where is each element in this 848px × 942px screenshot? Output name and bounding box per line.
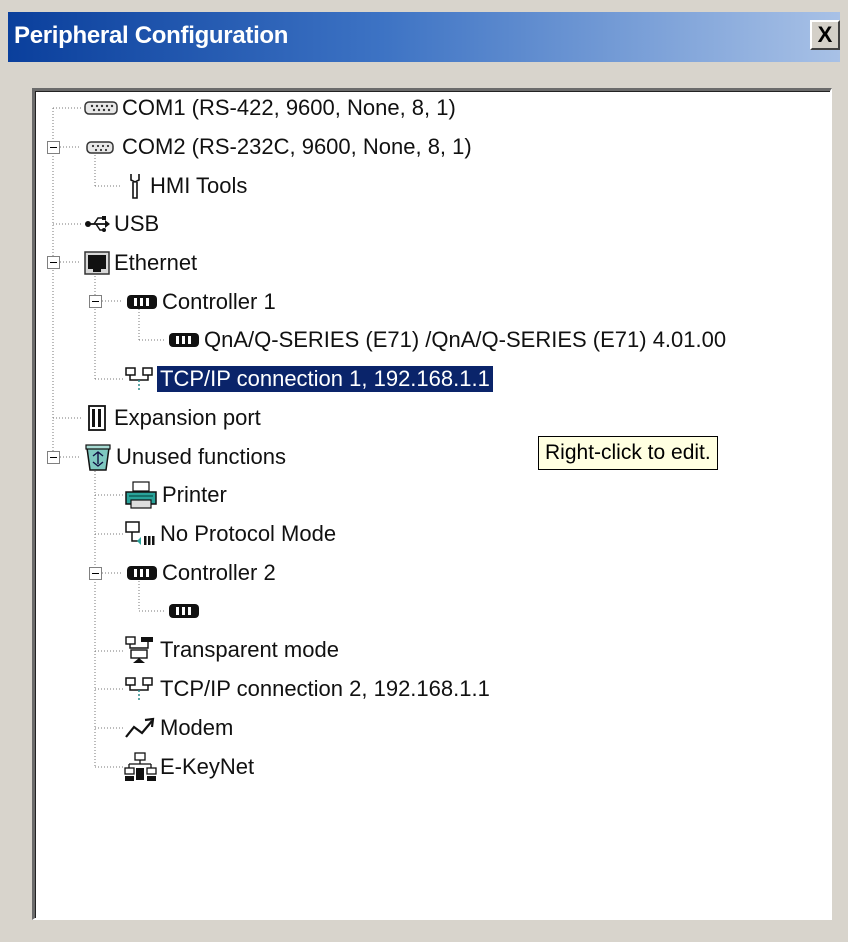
peripheral-tree[interactable]: COM1 (RS-422, 9600, None, 8, 1) COM2 (RS… <box>32 88 832 920</box>
network-connection-icon <box>125 367 153 391</box>
tree-item-label: Ethernet <box>114 250 198 275</box>
tree-item-label: Expansion port <box>114 405 261 430</box>
tree-item-com1[interactable]: COM1 (RS-422, 9600, None, 8, 1) <box>83 93 459 123</box>
tree-item-label: COM2 (RS-232C, 9600, None, 8, 1) <box>122 134 472 159</box>
no-protocol-icon <box>125 521 155 545</box>
tree-item-hmi-tools[interactable]: HMI Tools <box>123 171 250 201</box>
tree-item-label: Controller 2 <box>162 560 276 585</box>
printer-icon <box>125 481 157 509</box>
tree-item-controller2[interactable]: Controller 2 <box>125 558 279 588</box>
ethernet-port-icon <box>84 251 110 275</box>
modem-icon <box>125 717 155 738</box>
ekeynet-icon <box>124 752 157 781</box>
controller-icon <box>169 333 199 347</box>
tree-item-label: QnA/Q-SERIES (E71) /QnA/Q-SERIES (E71) 4… <box>204 327 727 352</box>
collapse-controller1-button[interactable] <box>89 295 102 308</box>
tree-item-label: HMI Tools <box>150 173 248 198</box>
controller-icon <box>127 566 157 580</box>
tree-item-controller1[interactable]: Controller 1 <box>125 287 279 317</box>
tree-item-modem[interactable]: Modem <box>123 713 236 743</box>
serial-port-icon <box>86 141 114 154</box>
tree-item-qna-series[interactable]: QnA/Q-SERIES (E71) /QnA/Q-SERIES (E71) 4… <box>167 325 729 355</box>
tree-item-usb[interactable]: USB <box>83 209 162 239</box>
tree-item-tcpip2[interactable]: TCP/IP connection 2, 192.168.1.1 <box>123 674 493 704</box>
collapse-controller2-button[interactable] <box>89 567 102 580</box>
controller-icon <box>127 295 157 309</box>
tree-item-label: Modem <box>160 715 234 740</box>
tree-item-unused-functions[interactable]: Unused functions <box>83 442 289 472</box>
tree-item-no-protocol-mode[interactable]: No Protocol Mode <box>123 519 339 549</box>
tree-item-label: Printer <box>162 482 227 507</box>
wrench-icon <box>130 174 140 199</box>
tree-item-label: Unused functions <box>116 444 286 469</box>
tree-item-label: USB <box>114 211 160 236</box>
window-title: Peripheral Configuration <box>14 22 289 49</box>
tree-item-expansion-port[interactable]: Expansion port <box>83 403 264 433</box>
network-connection-icon <box>125 677 153 701</box>
tree-item-transparent-mode[interactable]: Transparent mode <box>123 635 342 665</box>
close-button[interactable]: X <box>810 20 840 50</box>
tree-item-label: COM1 (RS-422, 9600, None, 8, 1) <box>122 95 456 120</box>
tree-item-label: Controller 1 <box>162 289 276 314</box>
title-bar[interactable]: Peripheral Configuration X <box>8 12 840 62</box>
tree-item-controller2-device[interactable] <box>167 596 201 626</box>
tree-item-printer[interactable]: Printer <box>123 480 230 510</box>
collapse-unused-functions-button[interactable] <box>47 451 60 464</box>
tree-item-ethernet[interactable]: Ethernet <box>83 248 200 278</box>
tree-item-label: TCP/IP connection 2, 192.168.1.1 <box>160 676 490 701</box>
tree-item-tcpip1[interactable]: TCP/IP connection 1, 192.168.1.1 <box>123 364 494 394</box>
collapse-com2-button[interactable] <box>47 141 60 154</box>
controller-icon <box>169 604 199 618</box>
collapse-ethernet-button[interactable] <box>47 256 60 269</box>
tree-item-label: E-KeyNet <box>160 754 255 779</box>
recycle-bin-icon <box>85 444 111 471</box>
tree-item-ekeynet[interactable]: E-KeyNet <box>123 752 257 782</box>
tree-item-label: No Protocol Mode <box>160 521 337 546</box>
edit-hint-tooltip: Right-click to edit. <box>538 436 718 470</box>
tree-item-com2[interactable]: COM2 (RS-232C, 9600, None, 8, 1) <box>83 132 475 162</box>
transparent-mode-icon <box>125 636 153 663</box>
expansion-port-icon <box>88 405 106 431</box>
serial-port-icon <box>84 101 118 115</box>
tree-item-label: Transparent mode <box>160 637 339 662</box>
peripheral-configuration-dialog: Peripheral Configuration X COM1 (RS-422,… <box>0 0 848 942</box>
usb-icon <box>85 216 110 232</box>
tree-item-label: TCP/IP connection 1, 192.168.1.1 <box>156 365 494 393</box>
